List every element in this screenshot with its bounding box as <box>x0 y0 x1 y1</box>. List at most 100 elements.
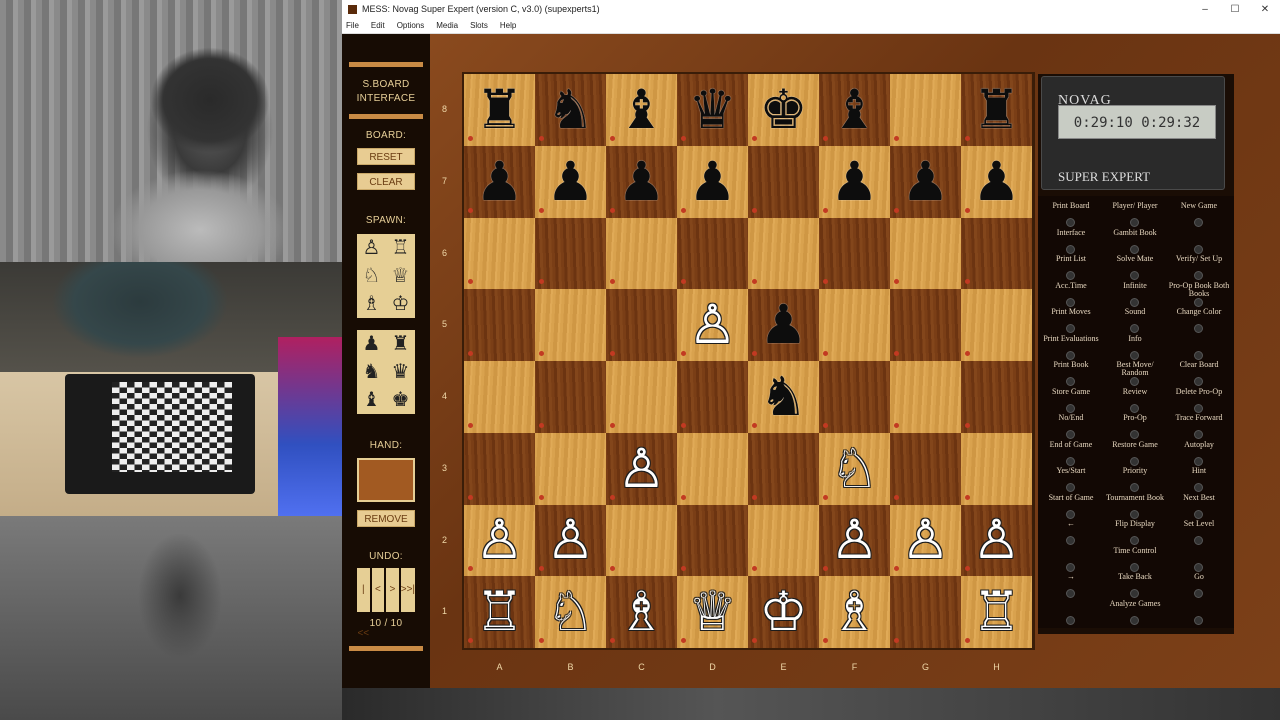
keypad-button[interactable] <box>1130 218 1139 227</box>
keypad-button[interactable] <box>1130 456 1139 466</box>
keypad-button[interactable] <box>1194 509 1203 519</box>
keypad-button[interactable] <box>1194 297 1203 307</box>
square-c6[interactable] <box>606 217 677 290</box>
keypad-button[interactable] <box>1130 562 1139 572</box>
black-bishop-piece[interactable]: ♝ <box>617 82 665 137</box>
reset-button[interactable]: RESET <box>357 148 415 165</box>
keypad-button[interactable] <box>1130 536 1139 545</box>
spawn-white-rook[interactable]: ♖ <box>386 234 415 262</box>
square-h4[interactable] <box>961 361 1032 433</box>
square-b8[interactable]: ♞ <box>535 74 606 146</box>
menu-media[interactable]: Media <box>436 21 458 30</box>
square-b7[interactable]: ♟ <box>535 145 606 218</box>
square-a4[interactable] <box>464 361 535 433</box>
square-g2[interactable]: ♙ <box>890 504 961 577</box>
keypad-button[interactable] <box>1130 615 1139 625</box>
menu-options[interactable]: Options <box>397 21 425 30</box>
square-f6[interactable] <box>819 217 890 290</box>
square-a2[interactable]: ♙ <box>464 504 535 577</box>
keypad-button[interactable] <box>1066 483 1075 492</box>
keypad-button[interactable] <box>1066 430 1075 439</box>
menu-edit[interactable]: Edit <box>371 21 385 30</box>
black-pawn-piece[interactable]: ♟ <box>759 298 807 352</box>
square-c2[interactable] <box>606 504 677 577</box>
square-e6[interactable] <box>748 217 819 290</box>
spawn-white-knight[interactable]: ♘ <box>357 262 386 290</box>
keypad-button[interactable] <box>1130 509 1139 519</box>
keypad-button[interactable] <box>1194 377 1203 386</box>
square-f1[interactable]: ♗ <box>819 576 890 648</box>
spawn-black-king[interactable]: ♚ <box>386 386 415 414</box>
square-b6[interactable] <box>535 217 606 290</box>
square-h6[interactable] <box>961 217 1032 290</box>
white-pawn-piece[interactable]: ♙ <box>830 513 878 567</box>
clear-button[interactable]: CLEAR <box>357 173 415 190</box>
spawn-white-pawn[interactable]: ♙ <box>357 234 386 262</box>
square-d8[interactable]: ♛ <box>677 74 748 146</box>
keypad-button[interactable] <box>1194 562 1203 572</box>
square-c1[interactable]: ♗ <box>606 576 677 648</box>
spawn-black-bishop[interactable]: ♝ <box>357 386 386 414</box>
white-queen-piece[interactable]: ♕ <box>688 585 736 639</box>
square-c7[interactable]: ♟ <box>606 145 677 218</box>
black-rook-piece[interactable]: ♜ <box>475 82 523 137</box>
white-bishop-piece[interactable]: ♗ <box>617 585 665 639</box>
square-d6[interactable] <box>677 217 748 290</box>
square-h8[interactable]: ♜ <box>961 74 1032 146</box>
keypad-button[interactable] <box>1194 615 1203 625</box>
square-a1[interactable]: ♖ <box>464 576 535 648</box>
white-pawn-piece[interactable]: ♙ <box>688 298 736 352</box>
square-h7[interactable]: ♟ <box>961 145 1032 218</box>
square-b2[interactable]: ♙ <box>535 504 606 577</box>
maximize-button[interactable]: ☐ <box>1220 4 1250 15</box>
white-pawn-piece[interactable]: ♙ <box>546 513 594 567</box>
keypad-button[interactable] <box>1130 324 1139 333</box>
square-h2[interactable]: ♙ <box>961 504 1032 577</box>
square-g5[interactable] <box>890 289 961 361</box>
spawn-white-king[interactable]: ♔ <box>386 290 415 318</box>
black-pawn-piece[interactable]: ♟ <box>901 154 949 209</box>
keypad-button[interactable] <box>1130 430 1139 439</box>
keypad-button[interactable] <box>1130 297 1139 307</box>
remove-button[interactable]: REMOVE <box>357 510 415 527</box>
square-g8[interactable] <box>890 74 961 146</box>
keypad-button[interactable] <box>1130 403 1139 413</box>
keypad-button[interactable] <box>1066 218 1075 227</box>
undo-prev-button[interactable]: < <box>371 568 385 612</box>
keypad-button[interactable] <box>1194 483 1203 492</box>
spawn-black-rook[interactable]: ♜ <box>386 330 415 358</box>
square-f7[interactable]: ♟ <box>819 145 890 218</box>
black-pawn-piece[interactable]: ♟ <box>830 154 878 209</box>
square-g4[interactable] <box>890 361 961 433</box>
minimize-button[interactable]: – <box>1190 4 1220 15</box>
black-knight-piece[interactable]: ♞ <box>546 82 594 137</box>
white-rook-piece[interactable]: ♖ <box>972 585 1020 639</box>
square-b3[interactable] <box>535 432 606 505</box>
square-c5[interactable] <box>606 289 677 361</box>
keypad-button[interactable] <box>1066 456 1075 466</box>
keypad-button[interactable] <box>1130 350 1139 360</box>
square-e8[interactable]: ♚ <box>748 74 819 146</box>
square-b4[interactable] <box>535 361 606 433</box>
spawn-black-pawn[interactable]: ♟ <box>357 330 386 358</box>
keypad-button[interactable] <box>1194 324 1203 333</box>
black-rook-piece[interactable]: ♜ <box>972 82 1020 137</box>
black-pawn-piece[interactable]: ♟ <box>972 154 1020 209</box>
keypad-button[interactable] <box>1066 403 1075 413</box>
square-h1[interactable]: ♖ <box>961 576 1032 648</box>
keypad-button[interactable] <box>1194 218 1203 227</box>
square-a6[interactable] <box>464 217 535 290</box>
menu-slots[interactable]: Slots <box>470 21 488 30</box>
spawn-black-queen[interactable]: ♛ <box>386 358 415 386</box>
square-c8[interactable]: ♝ <box>606 74 677 146</box>
black-pawn-piece[interactable]: ♟ <box>688 154 736 209</box>
square-g7[interactable]: ♟ <box>890 145 961 218</box>
black-pawn-piece[interactable]: ♟ <box>546 154 594 209</box>
square-e7[interactable] <box>748 145 819 218</box>
square-b1[interactable]: ♘ <box>535 576 606 648</box>
white-bishop-piece[interactable]: ♗ <box>830 585 878 639</box>
white-pawn-piece[interactable]: ♙ <box>972 513 1020 567</box>
white-pawn-piece[interactable]: ♙ <box>901 513 949 567</box>
square-f3[interactable]: ♘ <box>819 432 890 505</box>
square-d3[interactable] <box>677 432 748 505</box>
